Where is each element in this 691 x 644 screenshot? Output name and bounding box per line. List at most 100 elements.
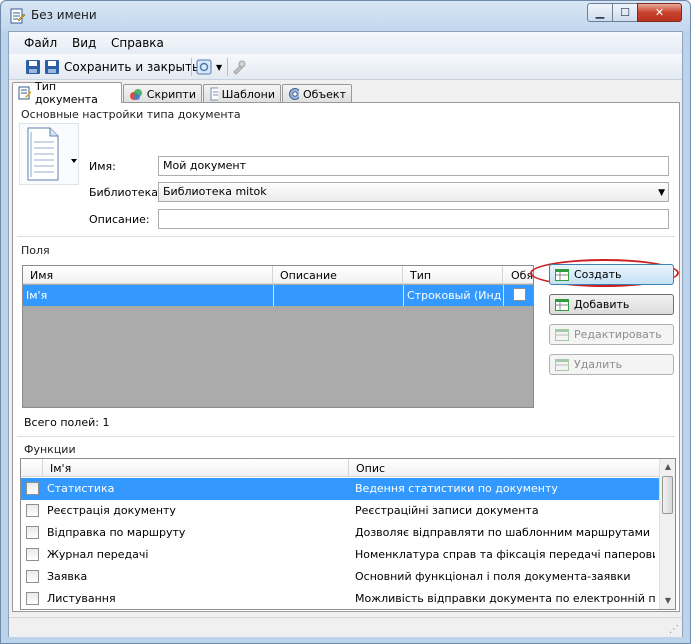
edit-label: Редактировать	[574, 328, 662, 341]
function-description: Реєстраційні записи документа	[355, 504, 539, 517]
fields-total-count: Всего полей: 1	[24, 416, 110, 429]
field-type-cell: Строковый (Инд...	[407, 289, 501, 302]
delete-label: Удалить	[574, 358, 623, 371]
edit-field-button[interactable]: Редактировать	[549, 324, 674, 345]
tab-object-label: Объект	[302, 87, 346, 101]
function-description: Можливість відправки документа по електр…	[355, 592, 655, 605]
column-header-description[interactable]: Описание	[273, 266, 403, 284]
section-divider	[17, 236, 675, 237]
function-name: Заявка	[47, 570, 88, 583]
function-name: Статистика	[47, 482, 115, 495]
grid-delete-icon	[555, 358, 569, 371]
save-and-close-label: Сохранить и закрыть	[64, 60, 200, 74]
function-checkbox[interactable]	[26, 526, 39, 539]
tab-page-document-type: Основные настройки типа документа Имя: М…	[12, 102, 680, 612]
tab-document-type[interactable]: Тип документа	[12, 80, 122, 106]
function-description: Дозволяє відправляти по шаблонним маршру…	[355, 526, 651, 539]
function-checkbox[interactable]	[26, 592, 39, 605]
table-row[interactable]: Ім'я Строковый (Инд...	[23, 285, 533, 306]
scroll-down-button[interactable]: ▼	[660, 593, 675, 609]
save-button[interactable]	[25, 57, 41, 77]
close-button[interactable]: ✕	[637, 3, 682, 22]
vertical-scrollbar[interactable]: ▲ ▼	[659, 459, 675, 609]
scroll-thumb[interactable]	[662, 476, 673, 514]
name-value: Мой документ	[163, 159, 247, 172]
library-value: Библиотека mitok	[163, 185, 267, 198]
save-close-icon	[45, 60, 59, 74]
maximize-icon: ☐	[620, 6, 630, 19]
document-large-icon	[27, 127, 77, 181]
grid-add-icon	[555, 298, 569, 311]
app-window: Без имени ▁ ☐ ✕ Файл Вид Справка Сохрани…	[0, 0, 691, 644]
menu-bar: Файл Вид Справка	[9, 32, 682, 54]
menu-file[interactable]: Файл	[24, 36, 57, 50]
tab-templates[interactable]: Шаблони	[203, 84, 281, 103]
function-name: Листування	[47, 592, 116, 605]
menu-help[interactable]: Справка	[111, 36, 164, 50]
list-item[interactable]: Листування Можливість відправки документа…	[21, 588, 659, 609]
tab-object[interactable]: Объект	[282, 84, 352, 103]
resize-grip-icon[interactable]: ⋰	[669, 624, 679, 635]
functions-list[interactable]: Ім'я Опис Статистика Ведення статистики п…	[20, 458, 676, 610]
function-checkbox[interactable]	[26, 482, 39, 495]
minimize-button[interactable]: ▁	[587, 3, 613, 22]
function-checkbox[interactable]	[26, 504, 39, 517]
toolbar-separator	[227, 58, 228, 76]
function-name: Реєстрація документу	[47, 504, 176, 517]
options-dropdown-button[interactable]: ▼	[196, 57, 222, 77]
list-item[interactable]: Реєстрація документу Реєстраційні записи …	[21, 500, 659, 522]
create-field-button[interactable]: Создать	[549, 264, 674, 285]
fields-grid[interactable]: Имя Описание Тип Обяз Ім'я Строковый (Ин…	[22, 265, 534, 408]
options-icon	[196, 59, 212, 75]
grid-add-icon	[555, 268, 569, 281]
column-header-function-description[interactable]: Опис	[349, 459, 659, 477]
tab-strip: Тип документа Скрипти Шаблони Объект	[9, 80, 682, 106]
function-checkbox[interactable]	[26, 548, 39, 561]
object-gear-icon	[289, 88, 299, 100]
client-area: Файл Вид Справка Сохранить и закрыть ▼ Т…	[8, 31, 683, 637]
document-icon-picker[interactable]	[19, 123, 79, 185]
description-field[interactable]	[158, 209, 669, 229]
list-item[interactable]: Відправка по маршруту Дозволяє відправлят…	[21, 522, 659, 544]
list-item[interactable]: Статистика Ведення статистики по документ…	[21, 478, 659, 500]
name-field[interactable]: Мой документ	[158, 156, 669, 176]
disabled-tool-button[interactable]	[231, 57, 247, 77]
close-icon: ✕	[654, 6, 665, 19]
library-label: Библиотека:	[89, 186, 162, 199]
save-and-close-button[interactable]: Сохранить и закрыть	[44, 57, 199, 77]
library-combobox[interactable]: Библиотека mitok ▼	[158, 182, 669, 202]
tab-scripts[interactable]: Скрипти	[123, 84, 202, 103]
list-item[interactable]: Журнал передачі Номенклатура справ та фік…	[21, 544, 659, 566]
menu-view[interactable]: Вид	[72, 36, 96, 50]
document-type-icon	[9, 8, 26, 24]
delete-field-button[interactable]: Удалить	[549, 354, 674, 375]
basic-settings-title: Основные настройки типа документа	[21, 108, 241, 121]
function-checkbox[interactable]	[26, 570, 39, 583]
tab-templates-label: Шаблони	[221, 87, 275, 101]
maximize-button[interactable]: ☐	[612, 3, 638, 22]
cell-divider	[403, 285, 404, 306]
description-label: Описание:	[89, 213, 150, 226]
column-header-function-name[interactable]: Ім'я	[43, 459, 349, 477]
list-item[interactable]: Заявка Основний функціонал і поля докумен…	[21, 566, 659, 588]
function-name: Відправка по маршруту	[47, 526, 186, 539]
chevron-down-icon: ▼	[658, 188, 665, 198]
minimize-icon: ▁	[595, 6, 605, 19]
create-label: Создать	[574, 268, 622, 281]
title-bar[interactable]: Без имени ▁ ☐ ✕	[1, 1, 690, 31]
section-divider	[17, 436, 675, 437]
column-header-required[interactable]: Обяз	[503, 266, 533, 284]
field-name-cell: Ім'я	[26, 289, 48, 302]
scripts-icon	[130, 89, 142, 100]
column-header-name[interactable]: Имя	[23, 266, 273, 284]
add-field-button[interactable]: Добавить	[549, 294, 674, 315]
templates-icon	[210, 87, 218, 101]
window-title: Без имени	[31, 8, 97, 22]
column-header-type[interactable]: Тип	[403, 266, 503, 284]
toolbar: Сохранить и закрыть ▼	[9, 54, 682, 80]
cell-divider	[503, 285, 504, 306]
scroll-up-button[interactable]: ▲	[660, 459, 675, 475]
fields-group-title: Поля	[21, 244, 50, 257]
field-required-checkbox[interactable]	[513, 288, 526, 301]
status-bar: ⋰	[9, 617, 682, 637]
